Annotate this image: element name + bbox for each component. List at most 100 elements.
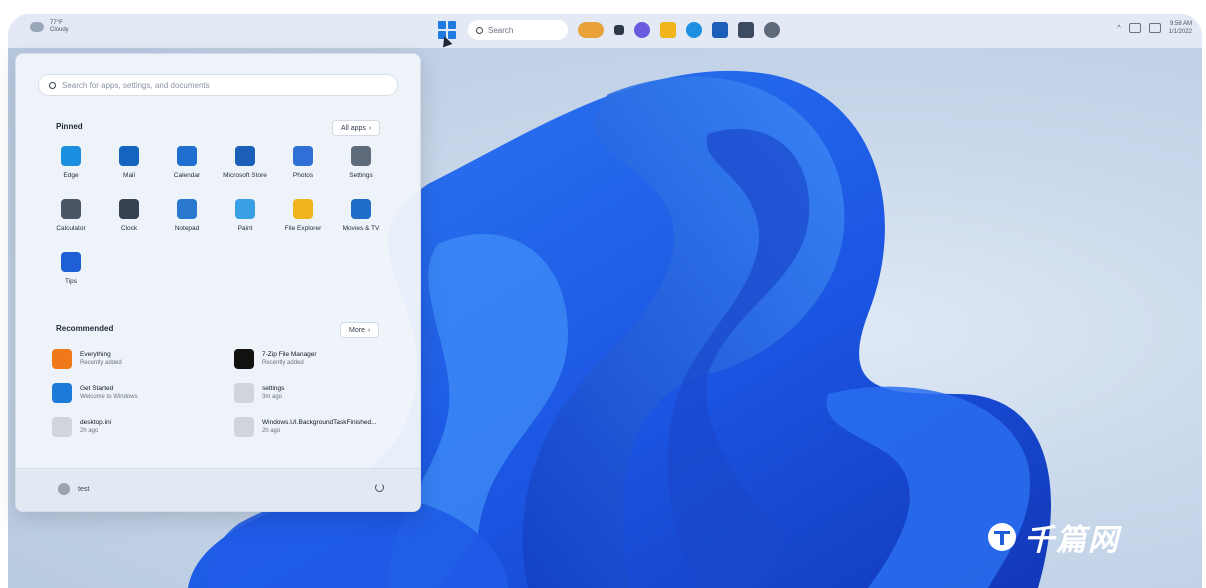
recommended-item-sub: Recently added <box>262 360 304 366</box>
search-icon <box>476 26 483 34</box>
network-icon[interactable] <box>1128 23 1141 33</box>
taskbar-search-label: Search <box>488 25 514 35</box>
store-icon <box>235 146 255 166</box>
settings-taskbar-icon[interactable] <box>764 22 780 38</box>
pinned-app-calendar[interactable]: Calendar <box>158 146 216 179</box>
task-view-icon[interactable] <box>614 25 624 35</box>
pinned-app-file-explorer[interactable]: File Explorer <box>274 199 332 232</box>
pinned-app-label: Tips <box>64 278 78 285</box>
recommended-item[interactable]: Everything Recently added <box>52 349 234 369</box>
weather-temp: 77°F <box>50 20 63 26</box>
watermark: 千篇网 <box>988 515 1120 559</box>
pinned-app-label: Mail <box>123 172 135 179</box>
everything-icon <box>52 349 72 369</box>
recommended-item[interactable]: Windows.UI.BackgroundTaskFinished... 2h a… <box>234 417 392 437</box>
clock-date: 1/1/2022 <box>1168 29 1192 35</box>
pinned-app-photos[interactable]: Photos <box>274 146 332 179</box>
recommended-item[interactable]: settings 3m ago <box>234 383 392 403</box>
chevron-up-icon[interactable]: ^ <box>1117 25 1120 32</box>
pinned-app-notepad[interactable]: Notepad <box>158 199 216 232</box>
movies-icon <box>351 199 371 219</box>
all-apps-label: All apps <box>341 124 366 132</box>
edge-taskbar-icon[interactable] <box>686 22 702 38</box>
taskbar-search[interactable]: Search <box>468 20 568 40</box>
pinned-app-label: Calendar <box>173 172 201 179</box>
pinned-app-edge[interactable]: Edge <box>42 146 100 179</box>
file-explorer-icon[interactable] <box>660 22 676 38</box>
pinned-app-paint[interactable]: Paint <box>216 199 274 232</box>
pinned-app-movies-tv[interactable]: Movies & TV <box>332 199 390 232</box>
user-account-button[interactable]: test <box>58 483 89 495</box>
clock-time: 9:58 AM <box>1169 21 1192 27</box>
weather-widget[interactable]: 77°F Cloudy <box>30 20 69 34</box>
mail-icon <box>119 146 139 166</box>
windows-logo-icon <box>438 21 446 29</box>
recommended-item-name: settings <box>262 385 285 392</box>
taskbar: 77°F Cloudy Search ^ 9:58 AM 1/1/2022 <box>8 14 1202 48</box>
user-name: test <box>78 485 90 493</box>
document-icon <box>234 383 254 403</box>
recommended-list: Everything Recently added 7-Zip File Manag… <box>52 349 392 437</box>
recommended-item-sub: 3m ago <box>262 394 283 400</box>
pinned-title: Pinned <box>56 122 83 131</box>
folder-icon <box>293 199 313 219</box>
pinned-app-label: Microsoft Store <box>223 172 267 179</box>
paint-icon <box>235 199 255 219</box>
chat-icon[interactable] <box>634 22 650 38</box>
volume-icon[interactable] <box>1148 23 1161 33</box>
pinned-app-label: Paint <box>237 225 253 232</box>
recommended-item-name: 7-Zip File Manager <box>262 351 317 358</box>
start-search-placeholder: Search for apps, settings, and documents <box>62 80 210 90</box>
recommended-item-sub: 2h ago <box>262 428 281 434</box>
pinned-app-tips[interactable]: Tips <box>42 252 100 285</box>
calculator-icon <box>61 199 81 219</box>
watermark-seal-icon <box>988 523 1016 551</box>
chevron-right-icon: › <box>368 124 372 132</box>
photos-icon <box>293 146 313 166</box>
recommended-item[interactable]: Get Started Welcome to Windows <box>52 383 234 403</box>
avatar <box>58 483 70 495</box>
calendar-icon <box>177 146 197 166</box>
pinned-app-settings[interactable]: Settings <box>332 146 390 179</box>
pinned-app-calculator[interactable]: Calculator <box>42 199 100 232</box>
document-icon <box>52 417 72 437</box>
system-tray: ^ 9:58 AM 1/1/2022 <box>1117 20 1192 36</box>
pinned-app-label: Settings <box>349 172 373 179</box>
start-search-input[interactable]: Search for apps, settings, and documents <box>38 74 398 96</box>
pinned-app-label: Calculator <box>56 225 86 232</box>
watermark-text: 千篇网 <box>1024 524 1120 557</box>
recommended-item-sub: Welcome to Windows <box>80 394 138 400</box>
clock[interactable]: 9:58 AM 1/1/2022 <box>1169 20 1192 36</box>
pinned-app-label: Edge <box>63 172 79 179</box>
get-started-icon <box>52 383 72 403</box>
widgets-icon[interactable] <box>578 22 604 38</box>
more-label: More <box>349 326 365 334</box>
recommended-title: Recommended <box>56 324 114 333</box>
all-apps-button[interactable]: All apps › <box>332 120 381 136</box>
search-icon <box>49 81 56 89</box>
power-icon[interactable] <box>375 483 384 492</box>
pinned-app-microsoft-store[interactable]: Microsoft Store <box>216 146 274 179</box>
7zip-icon <box>234 349 254 369</box>
settings-icon <box>351 146 371 166</box>
more-button[interactable]: More › <box>340 322 380 338</box>
start-menu: Search for apps, settings, and documents… <box>15 53 421 512</box>
recommended-item[interactable]: 7-Zip File Manager Recently added <box>234 349 392 369</box>
chevron-right-icon: › <box>367 326 371 334</box>
store-taskbar-icon[interactable] <box>712 22 728 38</box>
weather-condition: Cloudy <box>50 27 69 33</box>
pinned-app-label: Clock <box>120 225 138 232</box>
pinned-apps-grid: Edge Mail Calendar Microsoft Store Photos Set… <box>42 146 392 285</box>
cloud-icon <box>30 22 44 32</box>
recommended-item[interactable]: desktop.ini 2h ago <box>52 417 234 437</box>
tips-icon <box>61 252 81 272</box>
recommended-item-name: Windows.UI.BackgroundTaskFinished... <box>262 419 377 426</box>
pinned-app-label: File Explorer <box>284 225 322 232</box>
pinned-app-label: Movies & TV <box>342 225 380 232</box>
pinned-app-label: Notepad <box>174 225 200 232</box>
pinned-app-mail[interactable]: Mail <box>100 146 158 179</box>
pinned-app-clock[interactable]: Clock <box>100 199 158 232</box>
recommended-item-name: Get Started <box>80 385 114 392</box>
app-taskbar-icon[interactable] <box>738 22 754 38</box>
notepad-icon <box>177 199 197 219</box>
